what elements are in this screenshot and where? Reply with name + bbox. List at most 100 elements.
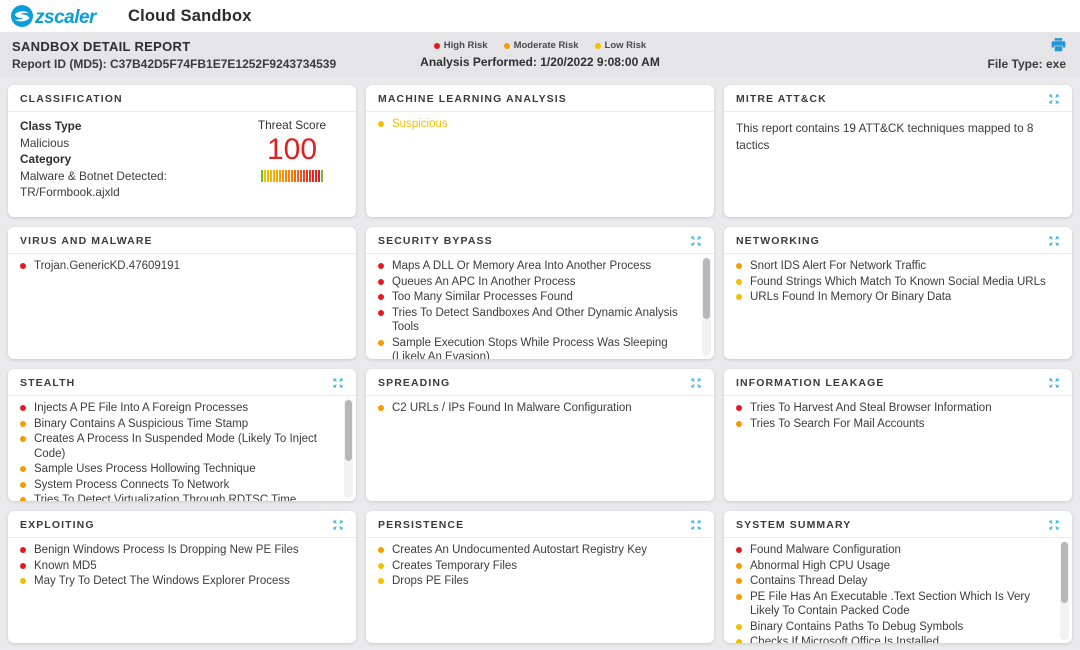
finding-text: Trojan.GenericKD.47609191 [34, 259, 180, 274]
threat-score-value: 100 [254, 133, 330, 168]
finding-text: C2 URLs / IPs Found In Malware Configura… [392, 401, 632, 416]
card-networking: NETWORKING Snort IDS Alert For Network T… [724, 227, 1072, 359]
severity-dot-icon [736, 547, 742, 553]
card-body: Trojan.GenericKD.47609191 [8, 254, 356, 359]
finding-text: Tries To Detect Sandboxes And Other Dyna… [392, 306, 694, 335]
gauge-stripe [276, 170, 278, 182]
finding-item: Trojan.GenericKD.47609191 [20, 259, 344, 274]
finding-item: Snort IDS Alert For Network Traffic [736, 259, 1060, 274]
zscaler-logo-text: zscaler [34, 7, 98, 28]
finding-text: Suspicious [392, 117, 448, 132]
zscaler-logo-icon: zscaler [10, 4, 114, 28]
file-type: File Type: exe [988, 57, 1066, 71]
card-body: Maps A DLL Or Memory Area Into Another P… [366, 254, 714, 359]
card-header: SYSTEM SUMMARY [724, 511, 1072, 538]
gauge-stripe [273, 170, 275, 182]
report-header-bar: SANDBOX DETAIL REPORT Report ID (MD5): C… [0, 32, 1080, 78]
severity-dot-icon [20, 547, 26, 553]
expand-icon[interactable] [690, 377, 702, 389]
scrollbar-thumb[interactable] [703, 258, 710, 319]
findings-list: Creates An Undocumented Autostart Regist… [378, 543, 702, 589]
class-type-label: Class Type [20, 118, 167, 135]
severity-dot-icon [736, 263, 742, 269]
card-classification: CLASSIFICATION Class Type Malicious Cate… [8, 85, 356, 217]
report-id: Report ID (MD5): C37B42D5F74FB1E7E1252F9… [12, 57, 420, 71]
scrollbar[interactable] [1060, 541, 1069, 640]
findings-list: Suspicious [378, 117, 702, 132]
finding-text: Queues An APC In Another Process [392, 275, 575, 290]
report-header-right: File Type: exe [660, 37, 1068, 72]
gauge-stripe [306, 170, 308, 182]
finding-text: Tries To Search For Mail Accounts [750, 417, 924, 432]
card-machine-learning-analysis: MACHINE LEARNING ANALYSIS Suspicious [366, 85, 714, 217]
finding-text: Contains Thread Delay [750, 574, 867, 589]
expand-icon[interactable] [690, 235, 702, 247]
card-body: Snort IDS Alert For Network TrafficFound… [724, 254, 1072, 359]
card-information-leakage: INFORMATION LEAKAGE Tries To Harvest And… [724, 369, 1072, 501]
finding-text: Sample Execution Stops While Process Was… [392, 336, 694, 360]
finding-item: Creates An Undocumented Autostart Regist… [378, 543, 702, 558]
finding-text: PE File Has An Executable .Text Section … [750, 590, 1052, 619]
legend-moderate-risk: Moderate Risk [504, 40, 579, 51]
expand-icon[interactable] [1048, 93, 1060, 105]
finding-text: Binary Contains Paths To Debug Symbols [750, 620, 963, 635]
gauge-stripe [312, 170, 314, 182]
expand-icon[interactable] [690, 519, 702, 531]
finding-item: Queues An APC In Another Process [378, 275, 694, 290]
scrollbar-thumb[interactable] [1061, 542, 1068, 603]
severity-dot-icon [20, 497, 26, 501]
finding-text: Sample Uses Process Hollowing Technique [34, 462, 256, 477]
threat-gauge [254, 170, 330, 182]
finding-item: Tries To Search For Mail Accounts [736, 417, 1060, 432]
finding-text: Drops PE Files [392, 574, 469, 589]
card-exploiting: EXPLOITING Benign Windows Process Is Dro… [8, 511, 356, 643]
severity-dot-icon [736, 405, 742, 411]
finding-item: Injects A PE File Into A Foreign Process… [20, 401, 336, 416]
findings-list: Trojan.GenericKD.47609191 [20, 259, 344, 274]
finding-item: Sample Execution Stops While Process Was… [378, 336, 694, 360]
print-icon[interactable] [1051, 38, 1066, 52]
card-header: NETWORKING [724, 227, 1072, 254]
severity-dot-icon [736, 578, 742, 584]
card-body: Found Malware ConfigurationAbnormal High… [724, 538, 1072, 643]
card-header: PERSISTENCE [366, 511, 714, 538]
severity-dot-icon [20, 436, 26, 442]
finding-item: URLs Found In Memory Or Binary Data [736, 290, 1060, 305]
finding-text: Tries To Detect Virtualization Through R… [34, 493, 336, 501]
gauge-stripe [270, 170, 272, 182]
severity-dot-icon [736, 563, 742, 569]
finding-text: Benign Windows Process Is Dropping New P… [34, 543, 299, 558]
moderate-risk-dot-icon [504, 43, 510, 49]
card-title: SECURITY BYPASS [378, 235, 493, 247]
finding-item: Found Malware Configuration [736, 543, 1052, 558]
severity-dot-icon [736, 594, 742, 600]
severity-dot-icon [378, 121, 384, 127]
finding-item: Tries To Harvest And Steal Browser Infor… [736, 401, 1060, 416]
finding-item: Suspicious [378, 117, 702, 132]
category-detail: TR/Formbook.ajxld [20, 184, 167, 201]
gauge-stripe [282, 170, 284, 182]
expand-icon[interactable] [1048, 377, 1060, 389]
expand-icon[interactable] [332, 377, 344, 389]
threat-score-label: Threat Score [254, 118, 330, 132]
expand-icon[interactable] [1048, 519, 1060, 531]
finding-text: May Try To Detect The Windows Explorer P… [34, 574, 290, 589]
severity-dot-icon [20, 578, 26, 584]
gauge-stripe [288, 170, 290, 182]
severity-dot-icon [736, 421, 742, 427]
legend-label: Moderate Risk [514, 40, 579, 51]
expand-icon[interactable] [1048, 235, 1060, 247]
severity-dot-icon [20, 421, 26, 427]
scrollbar-thumb[interactable] [345, 400, 352, 461]
severity-dot-icon [20, 482, 26, 488]
severity-dot-icon [20, 263, 26, 269]
expand-icon[interactable] [332, 519, 344, 531]
gauge-stripe [279, 170, 281, 182]
scrollbar[interactable] [702, 257, 711, 356]
finding-item: PE File Has An Executable .Text Section … [736, 590, 1052, 619]
severity-dot-icon [736, 639, 742, 643]
card-mitre-att-ck: MITRE ATT&CK This report contains 19 ATT… [724, 85, 1072, 217]
finding-item: Contains Thread Delay [736, 574, 1052, 589]
finding-item: Binary Contains Paths To Debug Symbols [736, 620, 1052, 635]
scrollbar[interactable] [344, 399, 353, 498]
